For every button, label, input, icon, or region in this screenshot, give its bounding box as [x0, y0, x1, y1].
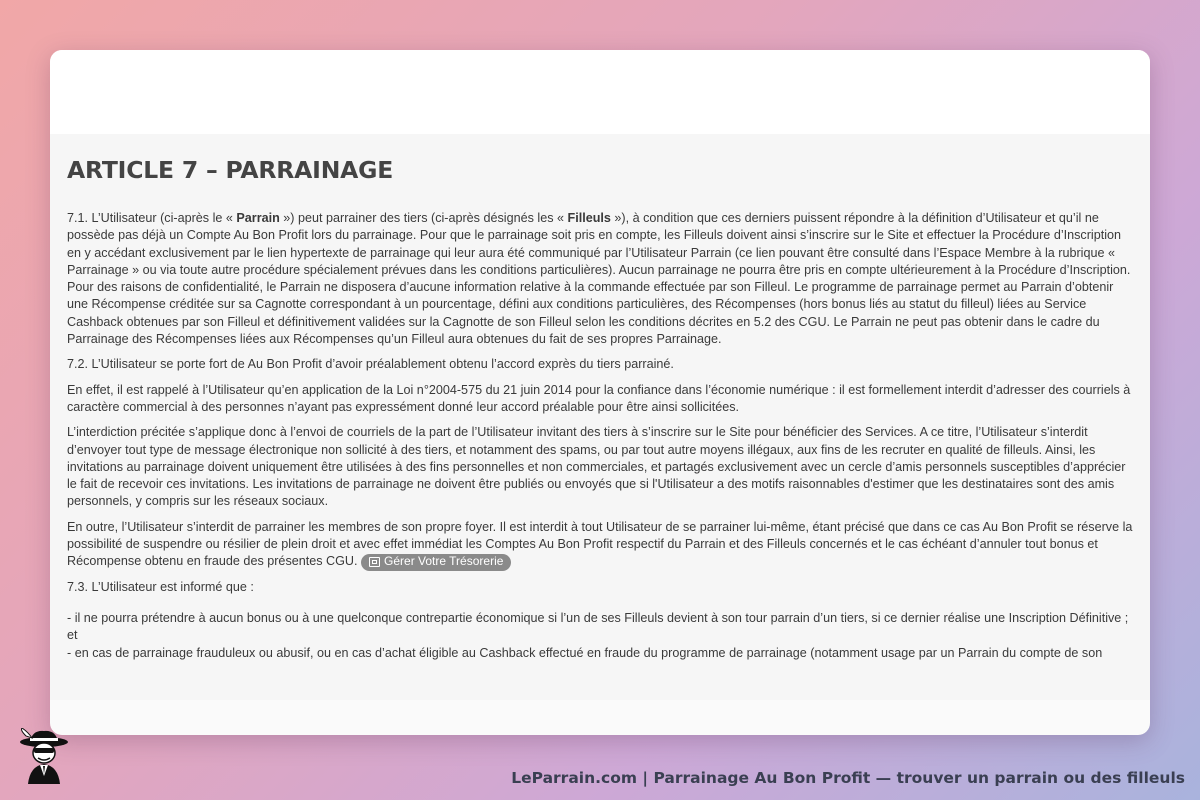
content-card: ARTICLE 7 – PARRAINAGE 7.1. L’Utilisateu…: [50, 50, 1150, 735]
list-item-bonus: - il ne pourra prétendre à aucun bonus o…: [67, 610, 1129, 643]
wallet-icon: [369, 557, 381, 568]
footer-caption: LeParrain.com | Parrainage Au Bon Profit…: [511, 769, 1185, 787]
parrain-mascot-logo[interactable]: [18, 728, 70, 784]
list-item-fraude: - en cas de parrainage frauduleux ou abu…: [67, 645, 1103, 660]
paragraph-7-1: 7.1. L’Utilisateur (ci-après le « Parrai…: [67, 210, 1133, 348]
p1-bold-parrain: Parrain: [236, 211, 280, 225]
tresorerie-tag-link[interactable]: Gérer Votre Trésorerie: [361, 553, 512, 571]
paragraph-interdiction: L’interdiction précitée s’applique donc …: [67, 425, 1126, 509]
p1-text-a: 7.1. L’Utilisateur (ci-après le «: [67, 211, 237, 225]
paragraph-list: - il ne pourra prétendre à aucun bonus o…: [67, 610, 1133, 662]
paragraph-7-3: 7.3. L’Utilisateur est informé que :: [67, 579, 254, 594]
tag-label: Gérer Votre Trésorerie: [384, 554, 504, 569]
paragraph-loi: En effet, il est rappelé à l’Utilisateur…: [67, 382, 1131, 414]
paragraph-foyer: En outre, l’Utilisateur s’interdit de pa…: [67, 519, 1133, 571]
card-header-area: [50, 50, 1150, 134]
p5-text: En outre, l’Utilisateur s’interdit de pa…: [67, 519, 1133, 569]
p1-text-e: »), à condition que ces derniers puissen…: [67, 211, 1131, 347]
article-title: ARTICLE 7 – PARRAINAGE: [67, 156, 394, 184]
article-content[interactable]: ARTICLE 7 – PARRAINAGE 7.1. L’Utilisateu…: [50, 134, 1150, 700]
p1-text-c: ») peut parrainer des tiers (ci-après dé…: [279, 211, 568, 225]
p1-bold-filleuls: Filleuls: [567, 211, 611, 225]
paragraph-7-2: 7.2. L’Utilisateur se porte fort de Au B…: [67, 357, 674, 372]
